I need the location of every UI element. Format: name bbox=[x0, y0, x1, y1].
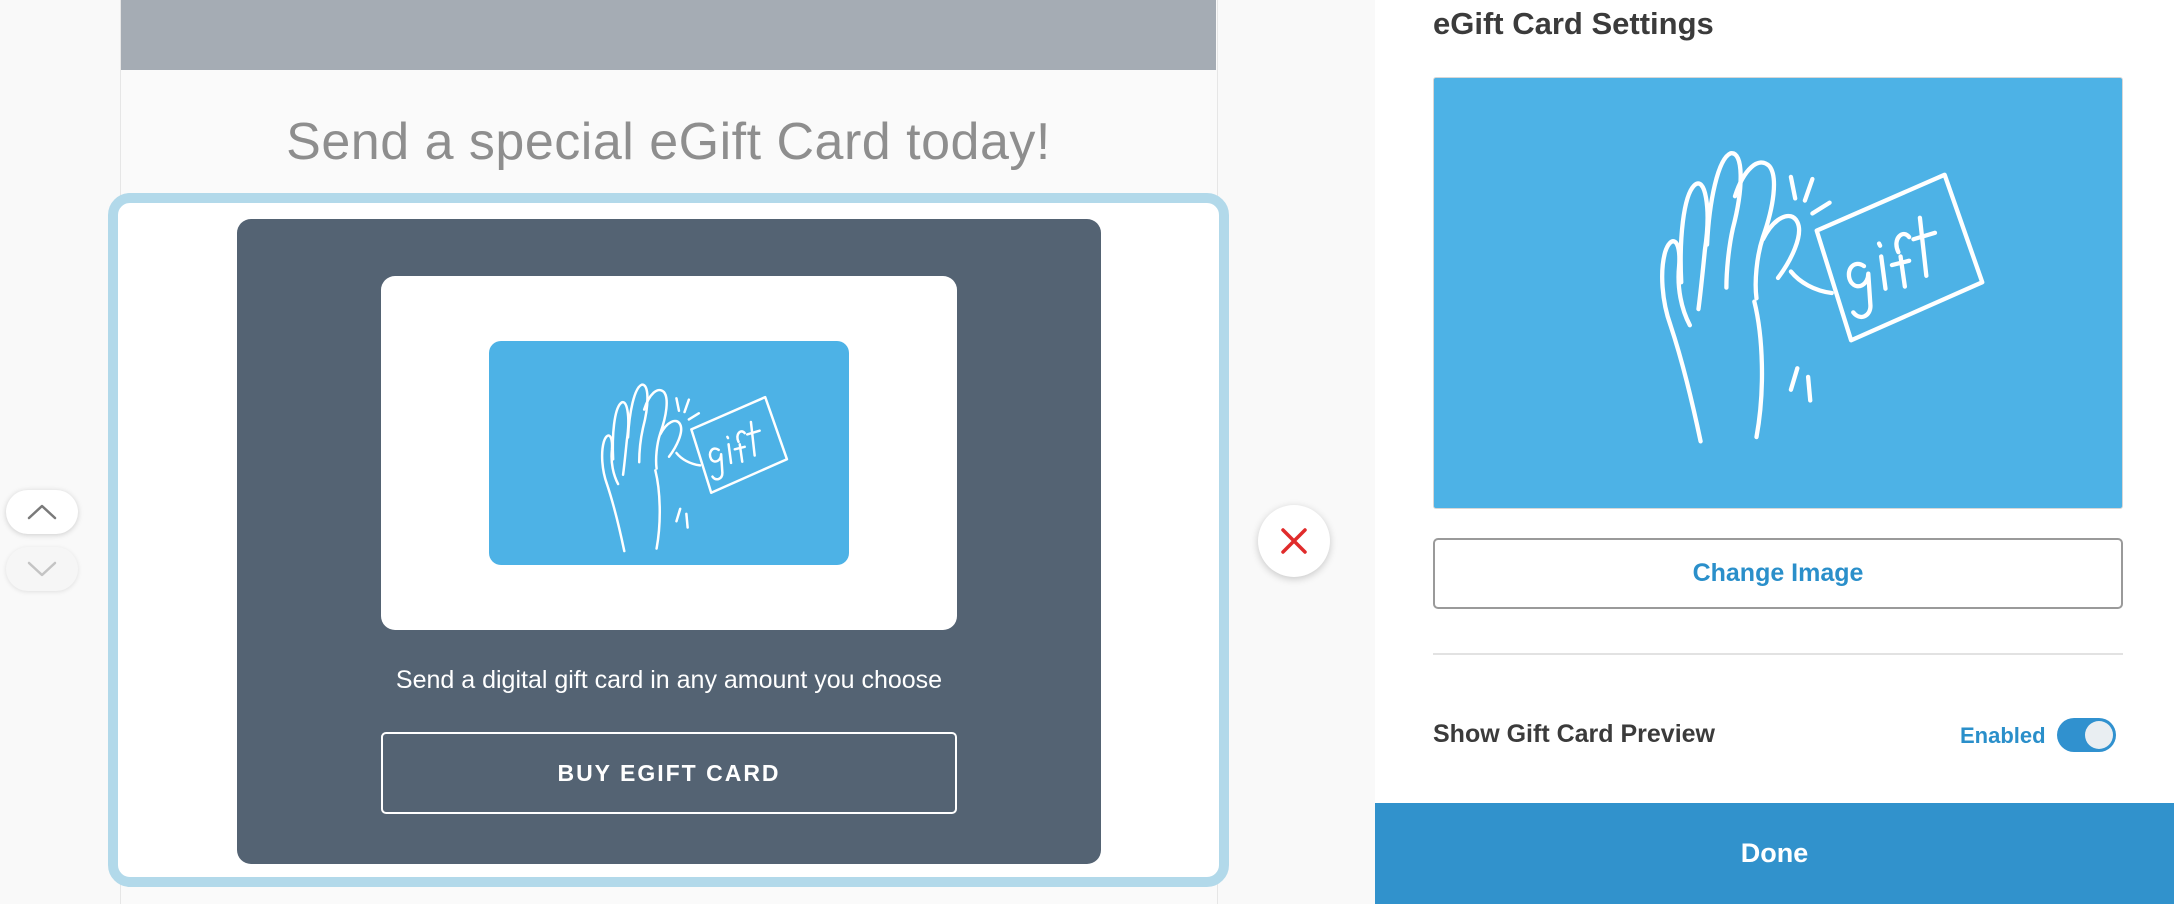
hand-gift-icon bbox=[1434, 78, 2122, 508]
toggle-knob bbox=[2085, 721, 2113, 749]
divider bbox=[1433, 653, 2123, 655]
change-image-button[interactable]: Change Image bbox=[1433, 538, 2123, 609]
header-banner-image[interactable] bbox=[121, 0, 1216, 70]
buy-egift-card-button[interactable]: BUY EGIFT CARD bbox=[381, 732, 957, 814]
email-headline[interactable]: Send a special eGift Card today! bbox=[121, 112, 1216, 172]
hand-gift-icon bbox=[600, 383, 789, 553]
show-preview-label: Show Gift Card Preview bbox=[1433, 720, 1716, 748]
close-icon bbox=[1281, 528, 1307, 554]
block-description: Send a digital gift card in any amount y… bbox=[395, 666, 943, 694]
chevron-down-icon bbox=[27, 561, 57, 577]
toggle-state-label: Enabled bbox=[1960, 723, 2046, 748]
show-preview-toggle[interactable] bbox=[2057, 718, 2116, 752]
settings-panel-title: eGift Card Settings bbox=[1433, 6, 1714, 41]
move-block-up-button[interactable] bbox=[6, 490, 78, 534]
move-block-down-button[interactable] bbox=[6, 547, 78, 591]
delete-block-button[interactable] bbox=[1258, 505, 1330, 577]
chevron-up-icon bbox=[27, 504, 57, 520]
done-button[interactable]: Done bbox=[1375, 803, 2174, 904]
gift-card-preview-image bbox=[1433, 77, 2123, 509]
gift-card-image bbox=[489, 341, 849, 565]
